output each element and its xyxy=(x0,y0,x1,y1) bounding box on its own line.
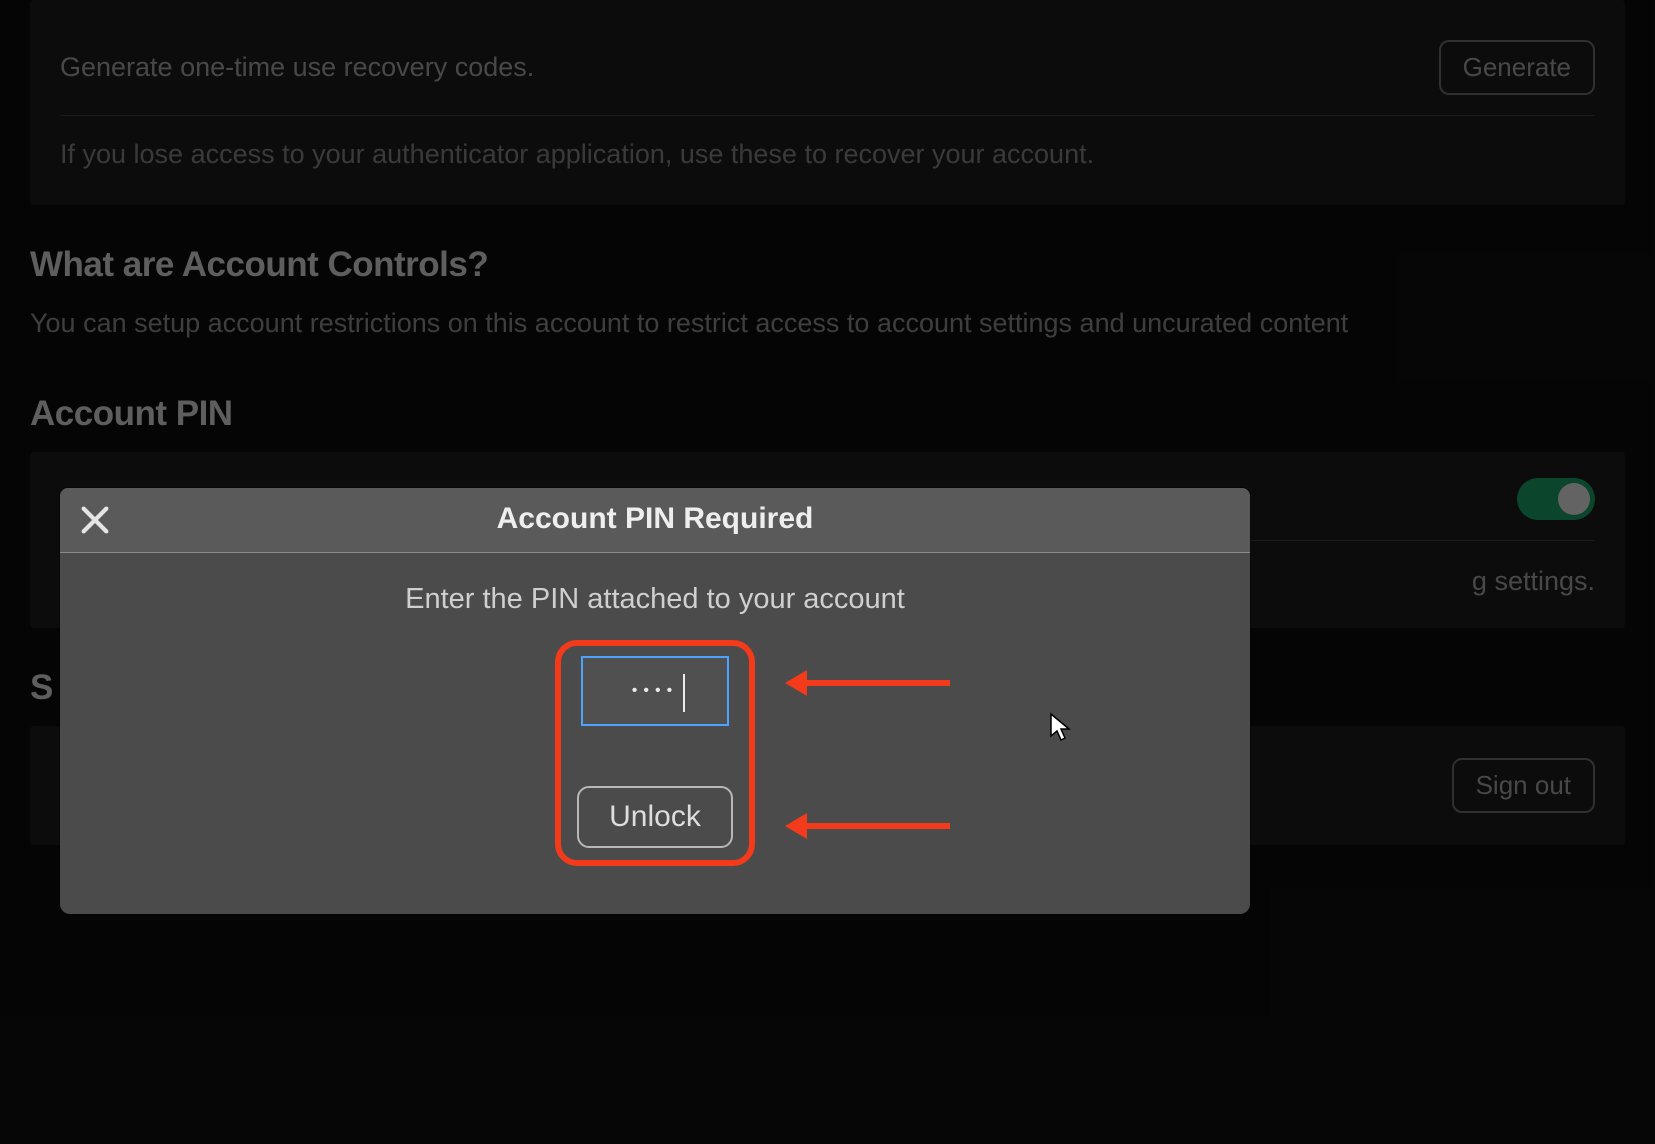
account-pin-modal: Account PIN Required Enter the PIN attac… xyxy=(60,488,1250,914)
modal-title: Account PIN Required xyxy=(80,502,1230,536)
text-caret xyxy=(683,674,685,712)
unlock-button[interactable]: Unlock xyxy=(577,786,733,848)
pin-input[interactable]: •••• xyxy=(581,656,729,726)
annotation-highlight-box: •••• Unlock xyxy=(555,640,755,866)
modal-instruction: Enter the PIN attached to your account xyxy=(90,583,1220,616)
pin-input-value: •••• xyxy=(632,682,678,700)
annotation-arrow-icon xyxy=(790,680,950,686)
modal-header: Account PIN Required xyxy=(60,488,1250,553)
close-icon[interactable] xyxy=(78,503,112,537)
annotation-arrow-icon xyxy=(790,823,950,829)
cursor-icon xyxy=(1049,712,1073,744)
